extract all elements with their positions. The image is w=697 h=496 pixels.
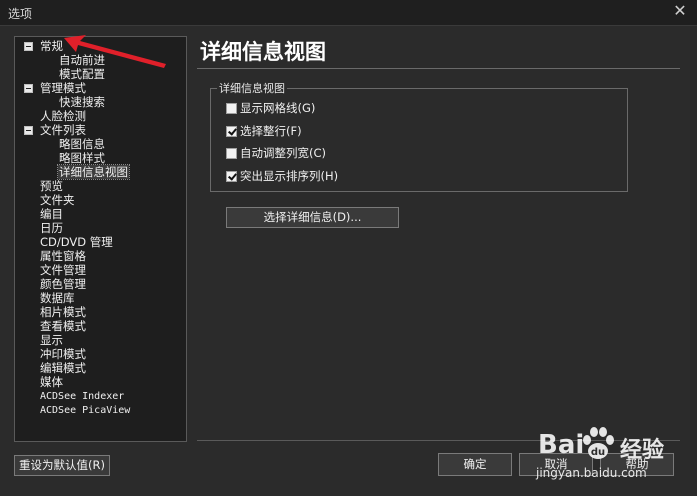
tree-item-file-management[interactable]: 文件管理: [40, 263, 86, 277]
tree-item-print-mode[interactable]: 冲印模式: [40, 347, 86, 361]
tree-item-quick-search[interactable]: 快速搜索: [59, 95, 105, 109]
tree-item-manage-mode[interactable]: 管理模式: [40, 81, 86, 95]
checkbox-label: 显示网格线(G): [240, 101, 316, 115]
checkbox-checked-icon[interactable]: [226, 171, 237, 182]
tree-item-folder[interactable]: 文件夹: [40, 193, 75, 207]
select-full-row-checkbox[interactable]: 选择整行(F): [226, 123, 302, 139]
auto-column-width-checkbox[interactable]: 自动调整列宽(C): [226, 145, 326, 161]
tree-item-acdsee-indexer[interactable]: ACDSee Indexer: [40, 390, 124, 404]
checkbox-label: 自动调整列宽(C): [240, 146, 327, 160]
tree-item-calendar[interactable]: 日历: [40, 221, 63, 235]
reset-defaults-button[interactable]: 重设为默认值(R): [14, 455, 110, 476]
checkbox-label: 选择整行(F): [240, 124, 302, 138]
group-label: 详细信息视图: [217, 80, 287, 96]
baidu-paw-icon: du: [583, 427, 614, 459]
collapse-icon[interactable]: [24, 126, 33, 135]
tree-item-face-detection[interactable]: 人脸检测: [40, 109, 86, 123]
annotation-arrow-icon: [64, 35, 166, 68]
tree-item-details-view[interactable]: 详细信息视图: [57, 164, 130, 180]
tree-item-photo-mode[interactable]: 相片模式: [40, 305, 86, 319]
watermark-url: jingyan.baidu.com: [536, 466, 647, 480]
tree-item-cd-dvd[interactable]: CD/DVD 管理: [40, 235, 113, 249]
tree-item-catalog[interactable]: 编目: [40, 207, 63, 221]
options-tree[interactable]: 常规 自动前进 模式配置 管理模式 快速搜索 人脸检测 文件列表 略图信息 略图…: [14, 36, 187, 442]
tree-item-color-management[interactable]: 颜色管理: [40, 277, 86, 291]
tree-item-display[interactable]: 显示: [40, 333, 63, 347]
checkbox-icon[interactable]: [226, 148, 237, 159]
tree-item-acdsee-picaview[interactable]: ACDSee PicaView: [40, 404, 130, 418]
collapse-icon[interactable]: [24, 84, 33, 93]
checkbox-icon[interactable]: [226, 103, 237, 114]
divider: [197, 68, 680, 69]
tree-item-thumbnail-style[interactable]: 略图样式: [59, 151, 105, 165]
tree-item-file-list[interactable]: 文件列表: [40, 123, 86, 137]
window-title: 选项: [8, 7, 33, 21]
tree-item-preview[interactable]: 预览: [40, 179, 63, 193]
title-bar: 选项 ✕: [0, 0, 697, 26]
tree-item-edit-mode[interactable]: 编辑模式: [40, 361, 86, 375]
checkbox-checked-icon[interactable]: [226, 126, 237, 137]
tree-item-database[interactable]: 数据库: [40, 291, 75, 305]
tree-item-properties-pane[interactable]: 属性窗格: [40, 249, 86, 263]
checkbox-label: 突出显示排序列(H): [240, 169, 339, 183]
watermark: Bai du 经验 jingyan.baidu.com: [532, 420, 692, 490]
collapse-icon[interactable]: [24, 42, 33, 51]
tree-item-view-mode[interactable]: 查看模式: [40, 319, 86, 333]
tree-item-thumbnail-info[interactable]: 略图信息: [59, 137, 105, 151]
show-gridlines-checkbox[interactable]: 显示网格线(G): [226, 100, 315, 116]
watermark-suffix: 经验: [620, 438, 665, 463]
tree-item-media[interactable]: 媒体: [40, 375, 63, 389]
svg-text:du: du: [591, 447, 605, 458]
close-icon[interactable]: ✕: [671, 2, 689, 20]
choose-details-button[interactable]: 选择详细信息(D)...: [226, 207, 399, 228]
page-title: 详细信息视图: [200, 40, 326, 64]
highlight-sort-column-checkbox[interactable]: 突出显示排序列(H): [226, 168, 338, 184]
ok-button[interactable]: 确定: [438, 453, 512, 476]
